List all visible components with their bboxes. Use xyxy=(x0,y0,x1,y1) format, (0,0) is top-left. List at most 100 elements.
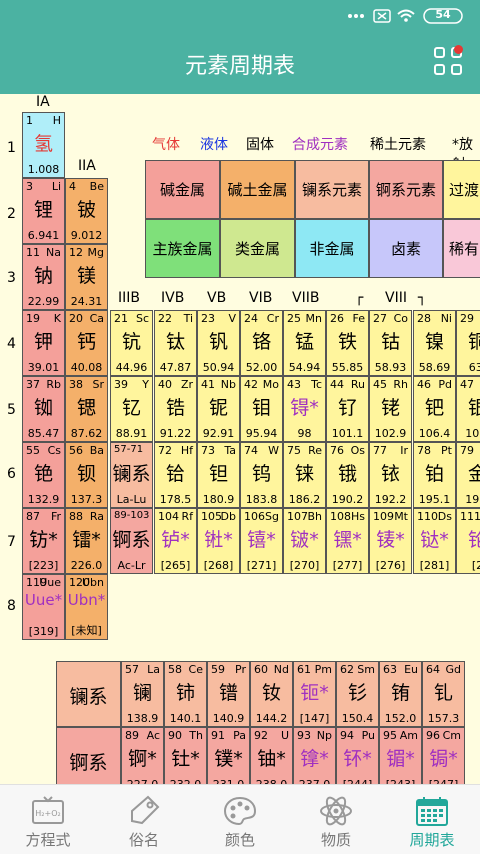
periodic-table[interactable]: IA IIA IIIB IVB VB VIB VIIB ┌ VIII ┐ 1 2… xyxy=(0,94,480,784)
element-cell[interactable]: 91Pa镤*231.0 xyxy=(207,727,250,784)
element-cell[interactable]: 22 Ti 钛 47.87 xyxy=(154,310,197,376)
grid-menu-button[interactable] xyxy=(434,45,466,79)
category-alkali-metal[interactable]: 碱金属 xyxy=(145,160,220,219)
element-cell[interactable]: 120 Ubn Ubn* [未知] xyxy=(65,574,108,640)
actinide-series-label[interactable]: 锕系 xyxy=(56,727,121,784)
element-cell[interactable]: 58 Ce 铈 140.1 xyxy=(164,661,207,727)
atomic-mass: 106.4 xyxy=(418,427,451,440)
element-name: 钫* xyxy=(29,529,58,551)
element-cell[interactable]: 94Pu钚*[244] xyxy=(336,727,379,784)
element-cell[interactable]: 26 Fe 铁 55.85 xyxy=(326,310,369,376)
element-cell[interactable]: 39 Y 钇 88.91 xyxy=(110,376,153,442)
element-cell[interactable]: 62 Sm 钐 150.4 xyxy=(336,661,379,727)
element-cell[interactable]: 110 Ds 𫟼* [281] xyxy=(413,508,456,574)
element-cell[interactable]: 76 Os 锇 190.2 xyxy=(326,442,369,508)
element-cell[interactable]: 73 Ta 钽 180.9 xyxy=(197,442,240,508)
nav-periodic-table[interactable]: 周期表 xyxy=(384,785,480,854)
element-cell[interactable]: 74 W 钨 183.8 xyxy=(240,442,283,508)
element-cell[interactable]: 95Am镅*[243] xyxy=(379,727,422,784)
element-cell[interactable]: 57-71 镧系 La-Lu xyxy=(110,442,153,508)
element-cell[interactable]: 42 Mo 钼 95.94 xyxy=(240,376,283,442)
page-title: 元素周期表 xyxy=(184,54,295,79)
element-cell[interactable]: 93Np镎*237.0 xyxy=(293,727,336,784)
element-cell[interactable]: 90Th钍*232.0 xyxy=(164,727,207,784)
element-cell[interactable]: 37 Rb 铷 85.47 xyxy=(22,376,65,442)
element-cell[interactable]: 40 Zr 锆 91.22 xyxy=(154,376,197,442)
element-cell[interactable]: 77 Ir 铱 192.2 xyxy=(369,442,412,508)
element-cell[interactable]: 55 Cs 铯 132.9 xyxy=(22,442,65,508)
element-cell[interactable]: 43 Tc 锝* 98 xyxy=(283,376,326,442)
element-cell[interactable]: 119 Uue Uue* [319] xyxy=(22,574,65,640)
element-cell[interactable]: 92U铀*238.0 xyxy=(250,727,293,784)
element-cell[interactable]: 11 Na 钠 22.99 xyxy=(22,244,65,310)
category-noble-gas[interactable]: 稀有 xyxy=(443,219,480,278)
element-cell[interactable]: 59 Pr 镨 140.9 xyxy=(207,661,250,727)
element-cell[interactable]: 45 Rh 铑 102.9 xyxy=(369,376,412,442)
element-name: 锂 xyxy=(33,199,53,221)
element-name: 镅* xyxy=(386,748,415,770)
element-cell[interactable]: 109 Mt 鿏* [276] xyxy=(369,508,412,574)
element-cell[interactable]: 56 Ba 钡 137.3 xyxy=(65,442,108,508)
element-cell[interactable]: 88 Ra 镭* 226.0 xyxy=(65,508,108,574)
element-cell[interactable]: 27 Co 钴 58.93 xyxy=(369,310,412,376)
element-cell[interactable]: 64 Gd 钆 157.3 xyxy=(422,661,465,727)
element-cell[interactable]: 1 H 氢 1.008 xyxy=(22,112,65,178)
nav-substance[interactable]: 物质 xyxy=(288,785,384,854)
element-cell[interactable]: 24 Cr 铬 52.00 xyxy=(240,310,283,376)
element-cell[interactable]: 106 Sg 𬭳* [271] xyxy=(240,508,283,574)
category-lanthanide[interactable]: 镧系元素 xyxy=(295,160,369,219)
category-actinide[interactable]: 锕系元素 xyxy=(369,160,443,219)
element-cell[interactable]: 96Cm锔*[247] xyxy=(422,727,465,784)
element-symbol: Hf xyxy=(180,444,193,457)
element-cell[interactable]: 89Ac锕*227.0 xyxy=(121,727,164,784)
element-cell[interactable]: 23 V 钒 50.94 xyxy=(197,310,240,376)
element-cell[interactable]: 61 Pm 钷* [147] xyxy=(293,661,336,727)
element-cell[interactable]: 20 Ca 钙 40.08 xyxy=(65,310,108,376)
element-cell[interactable]: 111 𬬭 [2 xyxy=(456,508,480,574)
element-cell[interactable]: 12 Mg 镁 24.31 xyxy=(65,244,108,310)
category-main-group[interactable]: 主族金属 xyxy=(145,219,220,278)
element-symbol: Pm xyxy=(314,663,332,676)
series-label-text: 镧系 xyxy=(69,686,108,708)
category-halogen[interactable]: 卤素 xyxy=(369,219,443,278)
element-cell[interactable]: 105 Db 𬭊* [268] xyxy=(197,508,240,574)
element-cell[interactable]: 104 Rf 𬬻* [265] xyxy=(154,508,197,574)
element-symbol: H xyxy=(52,114,61,127)
element-cell[interactable]: 29 铜 63. xyxy=(456,310,480,376)
element-cell[interactable]: 46 Pd 钯 106.4 xyxy=(413,376,456,442)
element-symbol: Rf xyxy=(181,510,193,523)
element-cell[interactable]: 19 K 钾 39.01 xyxy=(22,310,65,376)
category-metalloid[interactable]: 类金属 xyxy=(220,219,295,278)
element-cell[interactable]: 44 Ru 钌 101.1 xyxy=(326,376,369,442)
nav-equation[interactable]: H₂+O₂ 方程式 xyxy=(0,785,96,854)
element-cell[interactable]: 47 银 107. xyxy=(456,376,480,442)
element-cell[interactable]: 28 Ni 镍 58.69 xyxy=(413,310,456,376)
category-nonmetal[interactable]: 非金属 xyxy=(295,219,369,278)
category-transition[interactable]: 过渡 xyxy=(443,160,480,219)
element-cell[interactable]: 63 Eu 铕 152.0 xyxy=(379,661,422,727)
lanthanide-series-label[interactable]: 镧系 xyxy=(56,661,121,727)
nav-common-name[interactable]: 俗名 xyxy=(96,785,192,854)
element-cell[interactable]: 38 Sr 锶 87.62 xyxy=(65,376,108,442)
element-cell[interactable]: 57 La 镧 138.9 xyxy=(121,661,164,727)
atomic-number: 38 xyxy=(69,378,83,391)
element-cell[interactable]: 75 Re 铼 186.2 xyxy=(283,442,326,508)
atomic-mass: 140.9 xyxy=(212,712,245,725)
category-alkaline-earth[interactable]: 碱土金属 xyxy=(220,160,295,219)
element-cell[interactable]: 21 Sc 钪 44.96 xyxy=(110,310,153,376)
nav-color[interactable]: 颜色 xyxy=(192,785,288,854)
atomic-mass: 138.9 xyxy=(126,712,159,725)
element-cell[interactable]: 87 Fr 钫* [223] xyxy=(22,508,65,574)
element-cell[interactable]: 41 Nb 铌 92.91 xyxy=(197,376,240,442)
element-cell[interactable]: 78 Pt 铂 195.1 xyxy=(413,442,456,508)
element-cell[interactable]: 60 Nd 钕 144.2 xyxy=(250,661,293,727)
element-cell[interactable]: 72 Hf 铪 178.5 xyxy=(154,442,197,508)
element-cell[interactable]: 89-103 锕系 Ac-Lr xyxy=(110,508,153,574)
element-cell[interactable]: 79 金 197. xyxy=(456,442,480,508)
element-cell[interactable]: 108 Hs 𬭶* [277] xyxy=(326,508,369,574)
element-cell[interactable]: 107 Bh 𬭛* [270] xyxy=(283,508,326,574)
element-cell[interactable]: 4 Be 铍 9.012 xyxy=(65,178,108,244)
element-symbol: Ta xyxy=(224,444,236,457)
element-cell[interactable]: 25 Mn 锰 54.94 xyxy=(283,310,326,376)
element-cell[interactable]: 3 Li 锂 6.941 xyxy=(22,178,65,244)
